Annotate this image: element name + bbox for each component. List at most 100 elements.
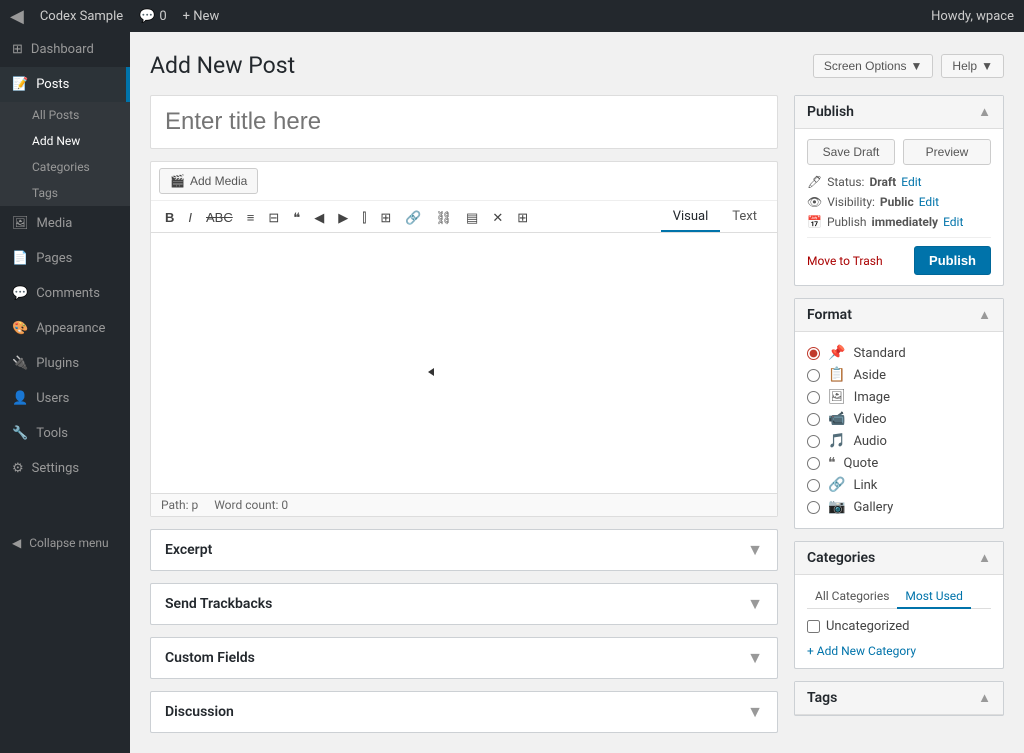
editor-main: 🎬 Add Media B I ABC ≡ ⊟ ❝ ◀ xyxy=(150,95,778,733)
bold-button[interactable]: B xyxy=(159,207,180,228)
format-quote-label: Quote xyxy=(844,456,879,471)
screen-options-button[interactable]: Screen Options ▼ xyxy=(813,54,934,78)
add-media-row: 🎬 Add Media xyxy=(151,162,777,201)
save-draft-button[interactable]: Save Draft xyxy=(807,139,895,165)
format-option-aside: 📋 Aside xyxy=(807,364,991,386)
editor-tabs: Visual Text xyxy=(661,203,769,232)
comments-link[interactable]: 💬 0 xyxy=(139,9,167,24)
format-radio-gallery[interactable] xyxy=(807,501,820,514)
submenu-tags[interactable]: Tags xyxy=(0,180,130,206)
format-option-gallery: 📷 Gallery xyxy=(807,496,991,518)
page-title: Add New Post xyxy=(150,52,295,79)
sidebar-item-users[interactable]: 👤 Users xyxy=(0,381,130,416)
publish-time-edit-link[interactable]: Edit xyxy=(943,215,963,229)
format-radio-image[interactable] xyxy=(807,391,820,404)
sidebar-item-media[interactable]: 🖼 Media xyxy=(0,206,130,241)
submenu-all-posts[interactable]: All Posts xyxy=(0,102,130,128)
comments-count: 0 xyxy=(159,9,166,24)
add-media-button[interactable]: 🎬 Add Media xyxy=(159,168,258,194)
fullscreen-button[interactable]: ✕ xyxy=(486,207,509,228)
comments-icon: 💬 xyxy=(139,9,155,24)
discussion-metabox: Discussion ▼ xyxy=(150,691,778,733)
dashboard-icon: ⊞ xyxy=(12,42,23,57)
format-radio-standard[interactable] xyxy=(807,347,820,360)
wp-logo-icon[interactable]: ◀ xyxy=(10,6,24,27)
strikethrough-button[interactable]: ABC xyxy=(200,207,239,228)
post-title-input[interactable] xyxy=(150,95,778,149)
sidebar-item-pages[interactable]: 📄 Pages xyxy=(0,241,130,276)
collapse-menu[interactable]: ◀ Collapse menu xyxy=(0,526,130,560)
excerpt-metabox: Excerpt ▼ xyxy=(150,529,778,571)
format-radio-aside[interactable] xyxy=(807,369,820,382)
format-radio-link[interactable] xyxy=(807,479,820,492)
sidebar-item-appearance[interactable]: 🎨 Appearance xyxy=(0,311,130,346)
tab-most-used[interactable]: Most Used xyxy=(897,585,971,609)
editor-sidebar: Publish ▲ Save Draft Preview 🖊 Status: D… xyxy=(794,95,1004,728)
status-row: 🖊 Status: Draft Edit xyxy=(807,175,991,189)
status-label: Status: xyxy=(827,175,864,189)
format-panel-header: Format ▲ xyxy=(795,299,1003,332)
ordered-list-button[interactable]: ⊟ xyxy=(262,207,285,228)
status-edit-link[interactable]: Edit xyxy=(901,175,921,189)
sidebar-item-settings[interactable]: ⚙ Settings xyxy=(0,451,130,486)
help-button[interactable]: Help ▼ xyxy=(941,54,1004,78)
discussion-toggle-icon: ▼ xyxy=(747,702,763,722)
read-more-button[interactable]: ▤ xyxy=(460,207,484,228)
align-justify-button[interactable]: ⊞ xyxy=(374,207,397,228)
sidebar-item-plugins[interactable]: 🔌 Plugins xyxy=(0,346,130,381)
format-panel-toggle-icon[interactable]: ▲ xyxy=(978,307,991,323)
sidebar-item-posts[interactable]: 📝 Posts xyxy=(0,67,130,102)
visibility-edit-link[interactable]: Edit xyxy=(919,195,939,209)
sidebar-item-dashboard[interactable]: ⊞ Dashboard xyxy=(0,32,130,67)
categories-panel-toggle-icon[interactable]: ▲ xyxy=(978,550,991,566)
move-to-trash-link[interactable]: Move to Trash xyxy=(807,254,883,268)
sidebar-item-tools[interactable]: 🔧 Tools xyxy=(0,416,130,451)
unordered-list-button[interactable]: ≡ xyxy=(241,207,261,228)
italic-button[interactable]: I xyxy=(182,207,198,228)
format-panel-body: 📌 Standard 📋 Aside 🖼 Image xyxy=(795,332,1003,528)
table-button[interactable]: ⊞ xyxy=(511,207,534,228)
format-standard-icon: 📌 xyxy=(828,345,845,361)
category-uncategorized-checkbox[interactable] xyxy=(807,620,820,633)
submenu-add-new[interactable]: Add New xyxy=(0,128,130,154)
visibility-icon: 👁 xyxy=(807,195,822,209)
trackbacks-metabox-header[interactable]: Send Trackbacks ▼ xyxy=(151,584,777,624)
admin-sidebar: ⊞ Dashboard 📝 Posts All Posts Add New Ca… xyxy=(0,32,130,753)
media-icon: 🖼 xyxy=(12,216,29,231)
format-radio-video[interactable] xyxy=(807,413,820,426)
format-radio-audio[interactable] xyxy=(807,435,820,448)
sidebar-item-comments[interactable]: 💬 Comments xyxy=(0,276,130,311)
editor-content-area[interactable] xyxy=(151,233,777,493)
settings-icon: ⚙ xyxy=(12,461,24,476)
format-image-label: Image xyxy=(854,390,890,405)
discussion-metabox-header[interactable]: Discussion ▼ xyxy=(151,692,777,732)
site-name[interactable]: Codex Sample xyxy=(40,9,123,24)
add-media-icon: 🎬 xyxy=(170,174,185,188)
categories-tabs: All Categories Most Used xyxy=(807,585,991,609)
align-left-button[interactable]: ◀ xyxy=(308,207,330,228)
align-center-button[interactable]: ▶ xyxy=(332,207,354,228)
collapse-icon: ◀ xyxy=(12,536,21,550)
submenu-categories[interactable]: Categories xyxy=(0,154,130,180)
tab-visual[interactable]: Visual xyxy=(661,203,721,232)
remove-link-button[interactable]: ⛓ xyxy=(430,207,459,228)
format-image-icon: 🖼 xyxy=(828,389,846,405)
publish-button[interactable]: Publish xyxy=(914,246,991,275)
custom-fields-metabox-header[interactable]: Custom Fields ▼ xyxy=(151,638,777,678)
preview-button[interactable]: Preview xyxy=(903,139,991,165)
page-header: Add New Post Screen Options ▼ Help ▼ xyxy=(150,52,1004,79)
custom-fields-metabox: Custom Fields ▼ xyxy=(150,637,778,679)
align-right-button[interactable]: ⫿ xyxy=(356,207,372,228)
posts-submenu: All Posts Add New Categories Tags xyxy=(0,102,130,206)
format-radio-quote[interactable] xyxy=(807,457,820,470)
insert-link-button[interactable]: 🔗 xyxy=(399,207,427,228)
publish-panel-toggle-icon[interactable]: ▲ xyxy=(978,104,991,120)
add-new-category-link[interactable]: + Add New Category xyxy=(807,644,991,658)
excerpt-metabox-header[interactable]: Excerpt ▼ xyxy=(151,530,777,570)
tab-all-categories[interactable]: All Categories xyxy=(807,585,897,608)
trackbacks-title: Send Trackbacks xyxy=(165,596,272,612)
blockquote-button[interactable]: ❝ xyxy=(287,207,306,228)
trackbacks-toggle-icon: ▼ xyxy=(747,594,763,614)
new-content-link[interactable]: + New xyxy=(183,9,220,24)
tab-text[interactable]: Text xyxy=(720,203,769,232)
